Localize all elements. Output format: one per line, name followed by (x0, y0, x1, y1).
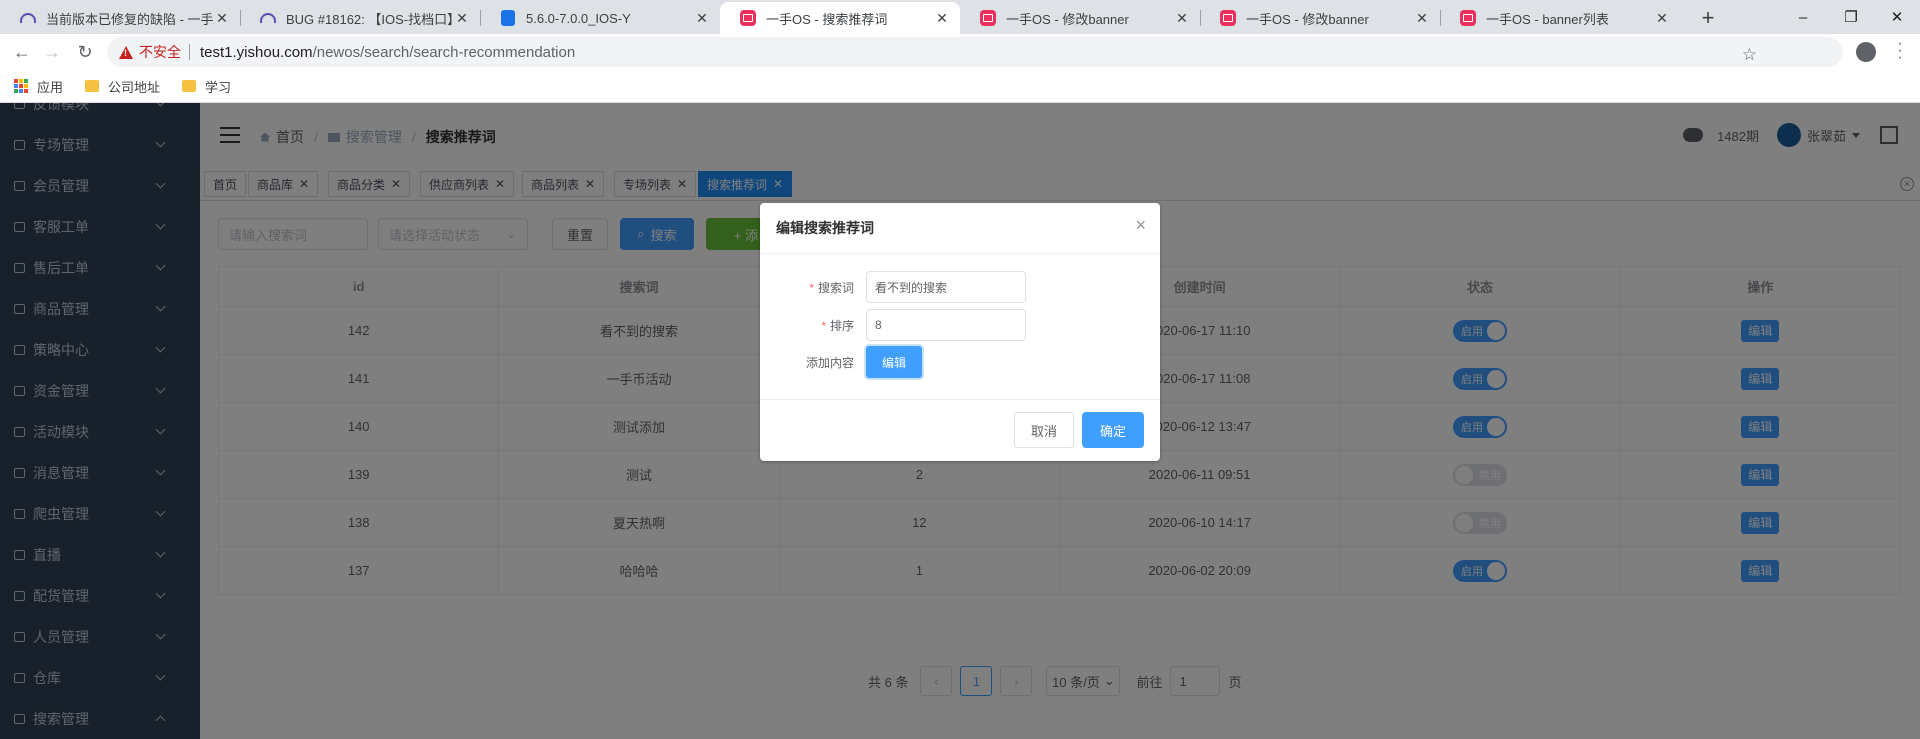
yishou-icon (1220, 10, 1236, 26)
dialog-title: 编辑搜索推荐词 (776, 220, 874, 236)
close-icon[interactable]: ✕ (934, 10, 950, 27)
edit-content-button[interactable]: 编辑 (866, 346, 922, 378)
forward-button[interactable]: → (38, 38, 66, 66)
bookmark-folder[interactable]: 公司地址 (85, 77, 160, 96)
yishou-icon (740, 10, 756, 26)
close-icon[interactable]: ✕ (214, 10, 230, 27)
new-tab-button[interactable]: + (1694, 5, 1722, 33)
window-close-button[interactable]: ✕ (1874, 0, 1920, 34)
browser-tab[interactable]: 当前版本已修复的缺陷 - 一手API ✕ (0, 2, 240, 34)
tab-title: 一手OS - 修改banner (1246, 11, 1369, 27)
browser-tabstrip: 当前版本已修复的缺陷 - 一手API ✕ BUG #18162: 【IOS-找档… (0, 0, 1920, 34)
url-text[interactable]: test1.yishou.com/newos/search/search-rec… (200, 44, 575, 61)
word-label: * 搜索词 (809, 280, 854, 295)
content-label: 添加内容 (805, 355, 854, 370)
minimize-button[interactable]: – (1780, 0, 1826, 34)
address-bar[interactable]: 不安全 test1.yishou.com/newos/search/search… (107, 37, 1843, 67)
tab-title: 一手OS - 修改banner (1006, 11, 1129, 27)
tab-title: 当前版本已修复的缺陷 - 一手API (46, 11, 214, 27)
browser-tab[interactable]: BUG #18162: 【IOS-找档口】无 ✕ (240, 2, 480, 34)
browser-tab[interactable]: 一手OS - banner列表 ✕ (1440, 2, 1680, 34)
reload-button[interactable]: ↻ (71, 38, 99, 66)
browser-tab[interactable]: 5.6.0-7.0.0_IOS-Y ✕ (480, 2, 720, 34)
browser-tab[interactable]: 一手OS - 修改banner ✕ (960, 2, 1200, 34)
bookmarks-bar: 应用 公司地址 学习 (0, 70, 1920, 103)
tab-title: BUG #18162: 【IOS-找档口】无 (286, 11, 454, 27)
close-icon[interactable]: ✕ (1414, 10, 1430, 27)
folder-icon (85, 80, 100, 92)
bookmark-star-icon[interactable]: ☆ (1742, 45, 1757, 65)
yishou-icon (1460, 10, 1476, 26)
tab-title: 一手OS - banner列表 (1486, 11, 1609, 27)
apps-icon (14, 79, 28, 93)
browser-toolbar: ← → ↻ 不安全 test1.yishou.com/newos/search/… (0, 34, 1920, 70)
cancel-button[interactable]: 取消 (1014, 412, 1074, 448)
warning-icon (119, 45, 133, 59)
bookmark-apps[interactable]: 应用 (14, 77, 63, 96)
close-icon[interactable]: ✕ (454, 10, 470, 27)
sort-input[interactable]: 8 (866, 309, 1026, 341)
form-row-content: 添加内容 编辑 (760, 346, 922, 378)
browser-tab-active[interactable]: 一手OS - 搜索推荐词 ✕ (720, 2, 960, 34)
form-row-word: * 搜索词 看不到的搜索 (760, 271, 1026, 303)
insecure-label: 不安全 (139, 44, 181, 60)
edit-dialog: 编辑搜索推荐词 × * 搜索词 看不到的搜索 * 排序 8 添加内容 编辑 取消 确… (760, 203, 1160, 461)
arch-icon (260, 10, 276, 26)
tab-title: 一手OS - 搜索推荐词 (766, 11, 888, 27)
account-icon[interactable] (1856, 42, 1876, 62)
back-button[interactable]: ← (8, 38, 36, 66)
sort-label: * 排序 (821, 318, 854, 333)
form-row-sort: * 排序 8 (760, 309, 1026, 341)
yishou-icon (980, 10, 996, 26)
tab-title: 5.6.0-7.0.0_IOS-Y (526, 10, 631, 26)
close-icon[interactable]: × (1135, 215, 1146, 236)
browser-tab[interactable]: 一手OS - 修改banner ✕ (1200, 2, 1440, 34)
confirm-button[interactable]: 确定 (1082, 412, 1144, 448)
bookmark-folder[interactable]: 学习 (182, 77, 231, 96)
close-icon[interactable]: ✕ (694, 10, 710, 27)
doc-icon (500, 10, 516, 26)
arch-icon (20, 10, 36, 26)
word-input[interactable]: 看不到的搜索 (866, 271, 1026, 303)
close-icon[interactable]: ✕ (1654, 10, 1670, 27)
close-icon[interactable]: ✕ (1174, 10, 1190, 27)
restore-button[interactable]: ❐ (1828, 0, 1874, 34)
menu-icon[interactable]: · · · (1894, 36, 1906, 66)
folder-icon (182, 80, 197, 92)
